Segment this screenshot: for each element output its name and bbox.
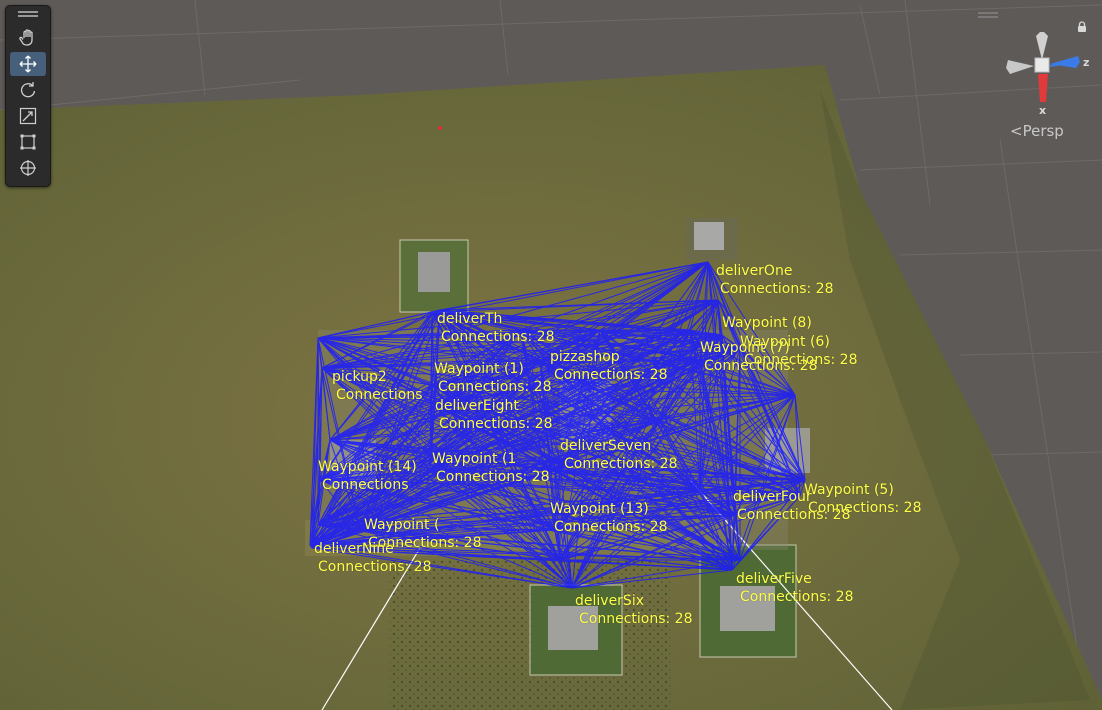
rotate-tool-button[interactable] xyxy=(10,78,46,102)
house-deliverone xyxy=(694,222,724,250)
waypoint-label-wp_overlap_b[interactable]: Waypoint (7) Connections: 28 xyxy=(700,339,818,375)
waypoint-label-deliverEight[interactable]: deliverEight Connections: 28 xyxy=(435,397,553,433)
waypoint-connections-count: Connections: 28 xyxy=(441,329,555,345)
waypoint-label-wp_mid[interactable]: Waypoint (1 Connections: 28 xyxy=(432,450,550,486)
waypoint-connections-count: Connections: 28 xyxy=(704,358,818,374)
waypoint-name: deliverOne xyxy=(716,263,793,279)
scene-tools-toolbar xyxy=(5,5,51,187)
back-arrow-icon: < xyxy=(1010,122,1023,140)
gizmo-neg-x-cone xyxy=(1006,60,1034,74)
camera-mode-label: Persp xyxy=(1022,122,1064,140)
waypoint-label-pizzashop[interactable]: pizzashop Connections: 28 xyxy=(550,348,668,384)
waypoint-name: Waypoint (7) xyxy=(700,340,790,356)
scale-tool-button[interactable] xyxy=(10,104,46,128)
waypoint-connections-count: Connections: 28 xyxy=(436,469,550,485)
waypoint-name: Waypoint ( xyxy=(364,517,440,533)
waypoint-connections-count: Connections: 28 xyxy=(720,281,834,297)
waypoint-label-wp8[interactable]: Waypoint (8) xyxy=(722,314,812,332)
move-tool-button[interactable] xyxy=(10,52,46,76)
waypoint-name: deliverSix xyxy=(575,593,644,609)
toolbar-drag-handle[interactable] xyxy=(6,6,50,22)
orientation-gizmo[interactable]: z x xyxy=(1000,22,1095,122)
waypoint-label-deliverOne[interactable]: deliverOne Connections: 28 xyxy=(716,262,834,298)
waypoint-label-wp13[interactable]: Waypoint (13) Connections: 28 xyxy=(550,500,668,536)
gizmo-x-cone xyxy=(1038,74,1048,102)
waypoint-label-pickup2[interactable]: pickup2 Connections xyxy=(332,368,423,404)
waypoint-name: pickup2 xyxy=(332,369,387,385)
origin-marker xyxy=(438,126,442,130)
transform-tool-button[interactable] xyxy=(10,156,46,180)
waypoint-connections-count: Connections: 28 xyxy=(737,507,851,523)
waypoint-name: Waypoint (14) xyxy=(318,459,417,475)
move-icon xyxy=(19,55,37,73)
waypoint-label-waypoint1[interactable]: Waypoint (1) Connections: 28 xyxy=(434,360,552,396)
waypoint-name: deliverFour xyxy=(733,489,812,505)
waypoint-name: pizzashop xyxy=(550,349,620,365)
waypoint-connections-count: Connections: 28 xyxy=(740,589,854,605)
waypoint-label-deliverSeven[interactable]: deliverSeven Connections: 28 xyxy=(560,437,678,473)
gizmo-y-cone xyxy=(1036,32,1048,60)
waypoint-connections-count: Connections: 28 xyxy=(564,456,678,472)
waypoint-name: deliverNine xyxy=(314,541,394,557)
waypoint-name: Waypoint (1) xyxy=(434,361,524,377)
waypoint-name: deliverEight xyxy=(435,398,519,414)
rotate-icon xyxy=(20,82,36,98)
waypoint-name: Waypoint (13) xyxy=(550,501,649,517)
waypoint-name: Waypoint (8) xyxy=(722,315,812,331)
camera-mode-toggle[interactable]: <Persp xyxy=(1010,122,1064,140)
waypoint-connections-count: Connections xyxy=(336,387,423,403)
hand-tool-button[interactable] xyxy=(10,26,46,50)
waypoint-label-deliverThree[interactable]: deliverTh Connections: 28 xyxy=(437,310,555,346)
waypoint-connections-count: Connections xyxy=(322,477,409,493)
waypoint-name: Waypoint (1 xyxy=(432,451,517,467)
waypoint-connections-count: Connections: 28 xyxy=(554,367,668,383)
waypoint-label-deliverFive[interactable]: deliverFive Connections: 28 xyxy=(736,570,854,606)
gizmo-x-label: x xyxy=(1039,104,1046,117)
waypoint-connections-count: Connections: 28 xyxy=(438,379,552,395)
waypoint-label-deliverSix[interactable]: deliverSix Connections: 28 xyxy=(575,592,693,628)
scene-view-menu-icon[interactable] xyxy=(978,12,998,18)
waypoint-connections-count: Connections: 28 xyxy=(439,416,553,432)
waypoint-name: deliverSeven xyxy=(560,438,652,454)
gizmo-center-cube xyxy=(1034,57,1050,73)
waypoint-connections-count: Connections: 28 xyxy=(554,519,668,535)
rect-tool-button[interactable] xyxy=(10,130,46,154)
waypoint-label-deliverFour[interactable]: deliverFour Connections: 28 xyxy=(733,488,851,524)
waypoint-connections-count: Connections: 28 xyxy=(318,559,432,575)
waypoint-connections-count: Connections: 28 xyxy=(579,611,693,627)
waypoint-name: deliverTh xyxy=(437,311,503,327)
scale-icon xyxy=(19,107,37,125)
rect-transform-icon xyxy=(20,134,36,150)
hand-icon xyxy=(19,29,33,46)
waypoint-label-deliverNine[interactable]: deliverNine Connections: 28 xyxy=(314,540,432,576)
waypoint-name: deliverFive xyxy=(736,571,812,587)
transform-icon xyxy=(20,160,36,176)
waypoint-label-wp14[interactable]: Waypoint (14) Connections xyxy=(318,458,417,494)
house-pickup xyxy=(418,252,450,292)
gizmo-z-label: z xyxy=(1083,56,1089,69)
